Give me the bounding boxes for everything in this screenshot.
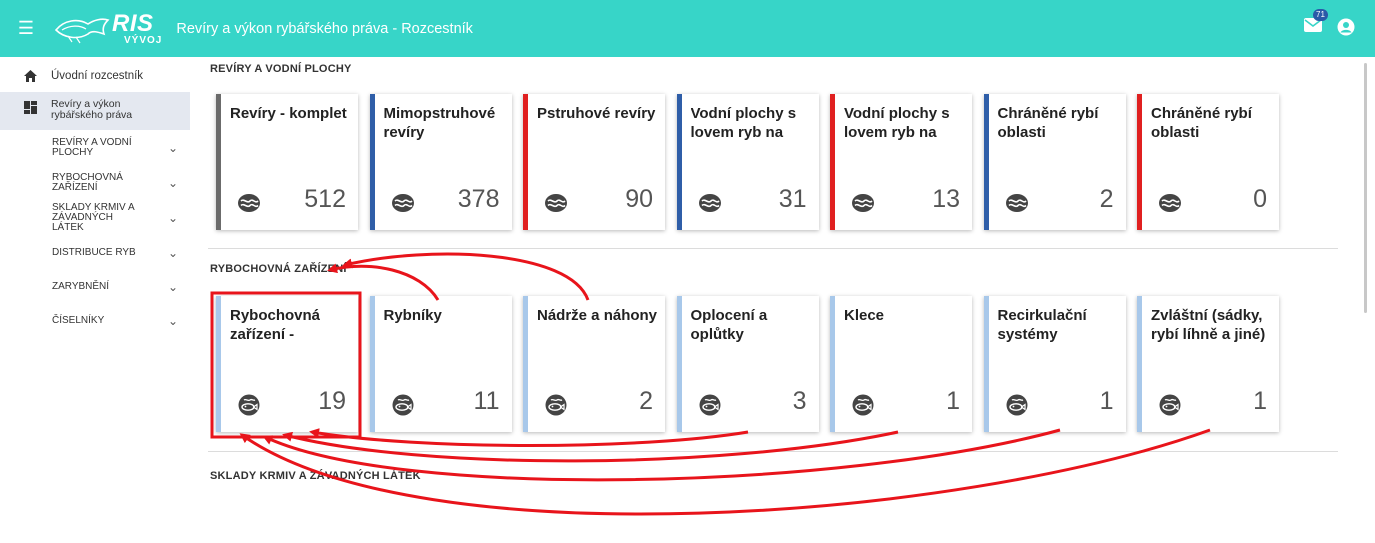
tile-count: 0 <box>1253 185 1267 213</box>
sidebar-item-label: Revíry a výkon rybářského práva <box>51 98 133 121</box>
chevron-down-icon: ⌄ <box>167 280 178 294</box>
top-bar: ☰ RIS VÝVOJ Revíry a výkon rybářského pr… <box>0 0 1375 57</box>
divider <box>208 248 1338 249</box>
tile-card[interactable]: Klece 1 <box>830 296 972 432</box>
tile-count: 1 <box>1253 387 1267 415</box>
home-icon <box>24 70 37 82</box>
tile-card[interactable]: Pstruhové revíry 90 <box>523 94 665 230</box>
logo-fish-icon <box>54 17 110 43</box>
fish-water-icon <box>1159 192 1181 214</box>
tile-card[interactable]: Vodní plochy s lovem ryb na 31 <box>676 94 819 230</box>
logo-text: RIS <box>112 9 154 37</box>
main-content: REVÍRY A VODNÍ PLOCHY Revíry - komplet 51… <box>208 57 1338 543</box>
user-account-icon[interactable] <box>1337 18 1355 36</box>
tile-count: 90 <box>625 185 653 213</box>
logo-subtext: VÝVOJ <box>124 34 163 46</box>
fish-farm-icon <box>1159 394 1181 416</box>
tile-title: Chráněné rybí oblasti <box>997 105 1099 141</box>
tile-title: Pstruhové revíry <box>537 105 656 122</box>
tile-count: 19 <box>318 387 346 415</box>
tile-card[interactable]: Zvláštní (sádky, rybí líhně a jiné) 1 <box>1137 296 1279 432</box>
fish-farm-icon <box>392 394 414 416</box>
fish-water-icon <box>852 192 874 214</box>
fish-farm-icon <box>699 394 721 416</box>
tile-card[interactable]: Rybochovná zařízení - 19 <box>216 296 358 432</box>
tile-title: Rybochovná zařízení - <box>230 307 321 343</box>
page: ☰ RIS VÝVOJ Revíry a výkon rybářského pr… <box>0 0 1375 543</box>
tile-count: 378 <box>457 185 500 213</box>
tile-title: Zvláštní (sádky, rybí líhně a jiné) <box>1151 307 1266 343</box>
fish-farm-icon <box>1006 394 1028 416</box>
sidebar-item-label: DISTRIBUCE RYB <box>52 247 136 258</box>
section-title: REVÍRY A VODNÍ PLOCHY <box>210 63 352 75</box>
tile-card[interactable]: Rybníky 11 <box>369 296 512 432</box>
tile-card[interactable]: Recirkulační systémy 1 <box>983 296 1126 432</box>
tile-title: Rybníky <box>383 307 442 324</box>
tile-title: Vodní plochy s lovem ryb na <box>844 105 950 141</box>
chevron-down-icon: ⌄ <box>167 314 178 328</box>
fish-farm-icon <box>238 394 260 416</box>
app-logo[interactable]: RIS VÝVOJ <box>54 9 162 49</box>
tile-card[interactable]: Vodní plochy s lovem ryb na 13 <box>830 94 972 230</box>
sidebar-item-distribuce[interactable]: DISTRIBUCE RYB ⌄ <box>0 236 190 270</box>
fish-farm-icon <box>852 394 874 416</box>
tile-card[interactable]: Nádrže a náhony 2 <box>523 296 665 432</box>
sidebar-item-ciselniky[interactable]: ČÍSELNÍKY ⌄ <box>0 304 190 338</box>
sidebar-item-reviry[interactable]: Revíry a výkon rybářského práva <box>0 92 190 130</box>
tile-title: Vodní plochy s lovem ryb na <box>690 105 797 141</box>
tile-title: Revíry - komplet <box>230 105 347 122</box>
tile-card[interactable]: Revíry - komplet 512 <box>216 94 358 230</box>
sidebar-item-label: REVÍRY A VODNÍ PLOCHY <box>52 137 132 158</box>
tile-title: Mimopstruhové revíry <box>383 105 496 141</box>
sidebar-item-reviry-vodni-plochy[interactable]: REVÍRY A VODNÍ PLOCHY ⌄ <box>0 130 190 166</box>
tile-count: 1 <box>946 387 960 415</box>
sidebar-item-label: Úvodní rozcestník <box>51 70 144 82</box>
sidebar-item-sklady[interactable]: SKLADY KRMIV A ZÁVADNÝCH LÁTEK ⌄ <box>0 200 190 236</box>
sidebar-item-label: SKLADY KRMIV A ZÁVADNÝCH LÁTEK <box>52 202 135 233</box>
tile-card[interactable]: Mimopstruhové revíry 378 <box>369 94 512 230</box>
sidebar-item-rybochovna-zarizeni[interactable]: RYBOCHOVNÁ ZAŘÍZENÍ ⌄ <box>0 166 190 200</box>
sidebar-item-home[interactable]: Úvodní rozcestník <box>0 60 190 92</box>
tile-count: 512 <box>304 185 346 213</box>
dashboard-icon <box>24 101 37 114</box>
divider <box>208 451 1338 452</box>
menu-icon[interactable]: ☰ <box>16 18 36 39</box>
sidebar-item-label: ZARYBNĚNÍ <box>52 281 110 292</box>
tile-count: 31 <box>778 185 807 213</box>
tile-title: Recirkulační systémy <box>997 307 1087 343</box>
section-title: SKLADY KRMIV A ZÁVADNÝCH LÁTEK <box>210 470 421 482</box>
tile-title: Nádrže a náhony <box>537 307 658 324</box>
fish-water-icon <box>238 192 260 214</box>
mail-button[interactable]: 71 <box>1303 9 1328 37</box>
tile-title: Chráněné rybí oblasti <box>1151 105 1252 141</box>
sidebar-item-label: RYBOCHOVNÁ ZAŘÍZENÍ <box>52 172 123 193</box>
fish-farm-icon <box>545 394 567 416</box>
scrollbar[interactable] <box>1364 63 1367 313</box>
section-title: RYBOCHOVNÁ ZAŘÍZENÍ <box>210 263 347 275</box>
tile-card[interactable]: Chráněné rybí oblasti 0 <box>1137 94 1279 230</box>
tile-count: 13 <box>932 185 960 213</box>
fish-water-icon <box>698 192 721 214</box>
sidebar: Úvodní rozcestník Revíry a výkon rybářsk… <box>0 57 190 543</box>
fish-water-icon <box>391 192 414 214</box>
mail-count-badge: 71 <box>1313 9 1328 21</box>
tile-count: 11 <box>473 387 500 415</box>
tile-title: Oplocení a oplůtky <box>690 307 768 343</box>
tile-count: 3 <box>792 387 807 415</box>
chevron-down-icon: ⌄ <box>167 141 178 155</box>
tile-title: Klece <box>844 307 885 324</box>
tile-count: 1 <box>1099 387 1114 415</box>
chevron-down-icon: ⌄ <box>167 211 178 225</box>
app-title: Revíry a výkon rybářského práva - Rozces… <box>176 20 473 37</box>
tile-card[interactable]: Chráněné rybí oblasti 2 <box>983 94 1126 230</box>
sidebar-item-zarybneni[interactable]: ZARYBNĚNÍ ⌄ <box>0 270 190 304</box>
sidebar-item-label: ČÍSELNÍKY <box>52 315 105 326</box>
chevron-down-icon: ⌄ <box>167 246 178 260</box>
chevron-down-icon: ⌄ <box>167 176 178 190</box>
fish-water-icon <box>1005 192 1028 214</box>
tile-card[interactable]: Oplocení a oplůtky 3 <box>676 296 819 432</box>
tile-count: 2 <box>1099 185 1114 213</box>
tile-count: 2 <box>639 387 653 415</box>
fish-water-icon <box>545 192 567 214</box>
